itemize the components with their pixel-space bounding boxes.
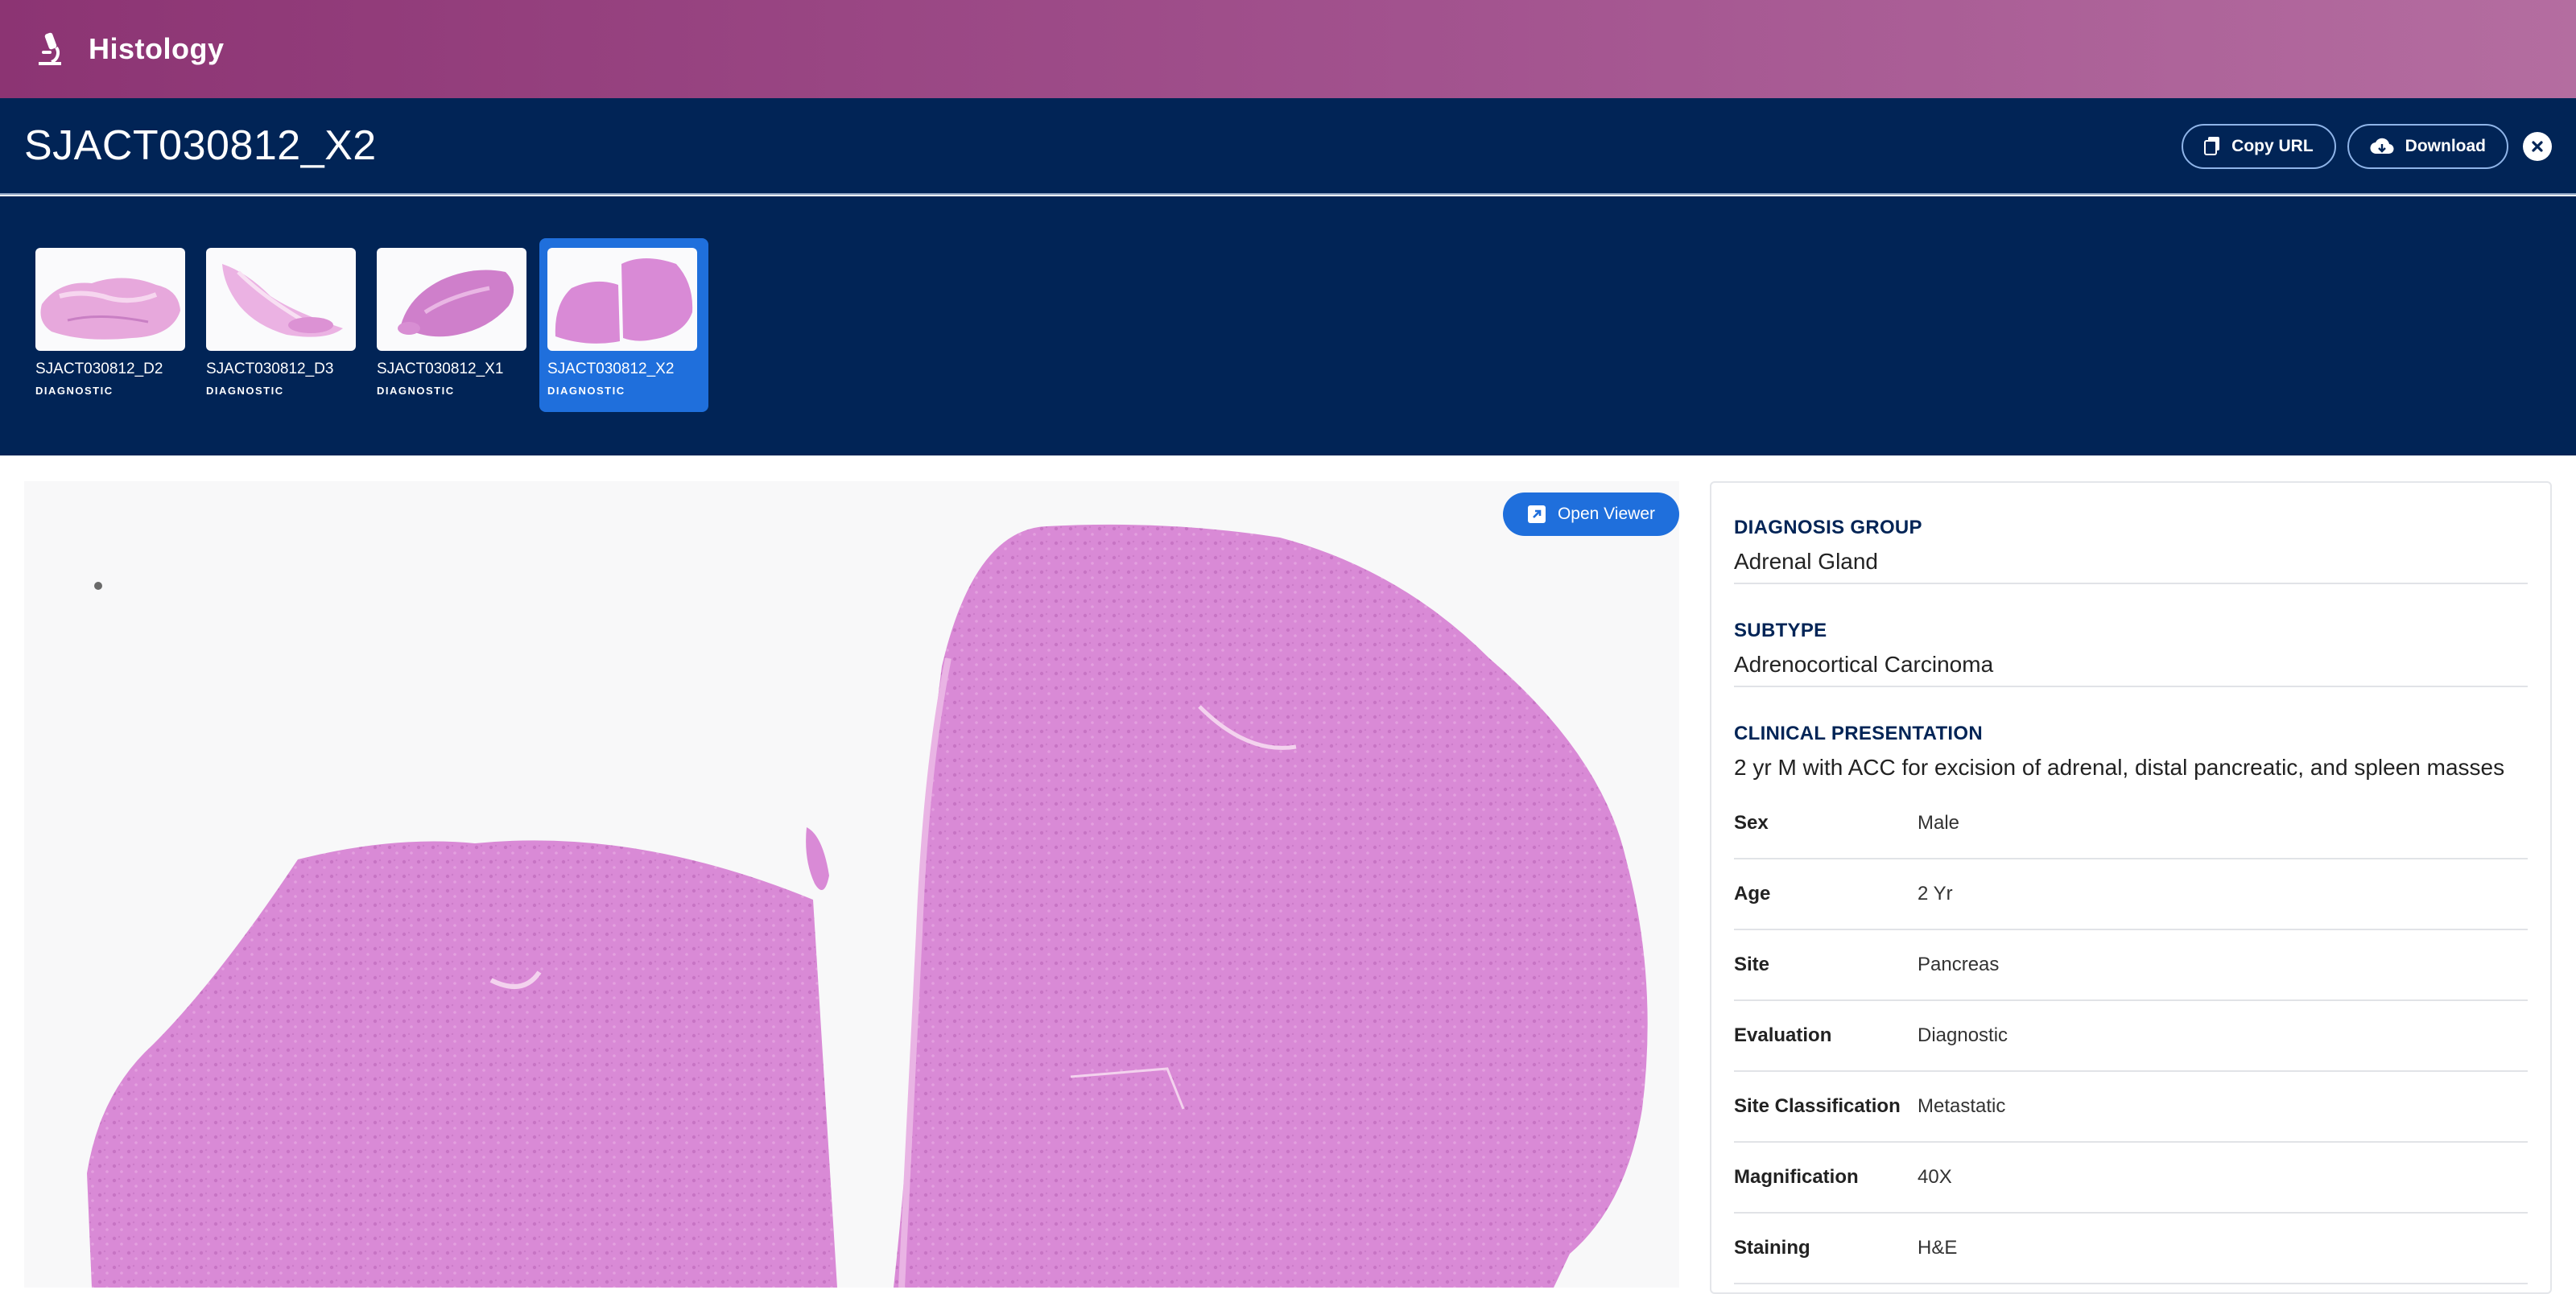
app-title: Histology [89,32,225,65]
field-value: Metastatic [1918,1095,2006,1117]
slide-preview[interactable]: Open Viewer [24,481,1679,1288]
thumbnail-item-x2[interactable]: SJACT030812_X2 DIAGNOSTIC [539,238,708,412]
slide-header: SJACT030812_X2 Copy URL Download [0,98,2576,195]
diagnosis-group-section: DIAGNOSIS GROUP Adrenal Gland [1734,483,2528,584]
field-row-age: Age 2 Yr [1734,859,2528,930]
cloud-download-icon [2370,138,2394,155]
field-key: Site Classification [1734,1095,1901,1117]
thumbnail-image [377,248,526,351]
field-value: Male [1918,812,1960,834]
diagnosis-group-value: Adrenal Gland [1734,549,1879,574]
app-bar: Histology [0,0,2576,98]
thumbnail-tag: DIAGNOSTIC [35,385,114,397]
field-key: Site [1734,954,1770,975]
field-row-site-classification: Site Classification Metastatic [1734,1072,2528,1143]
thumbnail-image [206,248,356,351]
open-viewer-label: Open Viewer [1557,505,1655,523]
field-value: 2 Yr [1918,883,1953,905]
subtype-value: Adrenocortical Carcinoma [1734,652,1994,677]
copy-url-label: Copy URL [2231,137,2314,155]
thumbnail-tag: DIAGNOSTIC [377,385,455,397]
thumbnail-image [547,248,697,351]
field-row-site: Site Pancreas [1734,930,2528,1001]
thumbnail-strip: SJACT030812_D2 DIAGNOSTIC SJACT030812_D3… [0,196,2576,455]
field-row-magnification: Magnification 40X [1734,1143,2528,1214]
thumbnail-item-x1[interactable]: SJACT030812_X1 DIAGNOSTIC [369,238,538,412]
thumbnail-item-d2[interactable]: SJACT030812_D2 DIAGNOSTIC [27,238,196,412]
microscope-icon [39,32,61,65]
field-row-sex: Sex Male [1734,789,2528,859]
open-external-icon [1527,505,1546,523]
copy-icon [2204,137,2220,155]
field-key: Staining [1734,1237,1810,1259]
open-viewer-button[interactable]: Open Viewer [1502,492,1679,536]
field-row-evaluation: Evaluation Diagnostic [1734,1001,2528,1072]
header-actions: Copy URL Download [2182,124,2552,169]
field-value: H&E [1918,1237,1958,1259]
thumbnail-image [35,248,185,351]
slide-details-panel: DIAGNOSIS GROUP Adrenal Gland SUBTYPE Ad… [1710,481,2552,1294]
thumbnail-name: SJACT030812_D2 [35,361,163,377]
download-label: Download [2405,137,2486,155]
field-value: Pancreas [1918,954,2000,975]
field-key: Evaluation [1734,1024,1832,1046]
copy-url-button[interactable]: Copy URL [2182,124,2336,169]
field-value: 40X [1918,1166,1952,1188]
subtype-label: SUBTYPE [1734,620,1827,641]
close-button[interactable] [2523,132,2552,161]
thumbnail-name: SJACT030812_D3 [206,361,334,377]
field-row-staining: Staining H&E [1734,1214,2528,1284]
thumbnail-name: SJACT030812_X2 [547,361,675,377]
clinical-presentation-value: 2 yr M with ACC for excision of adrenal,… [1734,755,2505,780]
thumbnail-name: SJACT030812_X1 [377,361,504,377]
thumbnail-item-d3[interactable]: SJACT030812_D3 DIAGNOSTIC [198,238,367,412]
thumbnail-tag: DIAGNOSTIC [547,385,625,397]
thumbnail-list: SJACT030812_D2 DIAGNOSTIC SJACT030812_D3… [27,238,710,412]
thumbnail-tag: DIAGNOSTIC [206,385,284,397]
clinical-presentation-section: CLINICAL PRESENTATION 2 yr M with ACC fo… [1734,687,2528,789]
subtype-section: SUBTYPE Adrenocortical Carcinoma [1734,584,2528,687]
field-key: Sex [1734,812,1769,834]
diagnosis-group-label: DIAGNOSIS GROUP [1734,517,1922,538]
tissue-image [87,524,1648,1288]
download-button[interactable]: Download [2347,124,2508,169]
field-value: Diagnostic [1918,1024,2008,1046]
field-key: Age [1734,883,1771,905]
clinical-presentation-label: CLINICAL PRESENTATION [1734,723,1983,744]
field-key: Magnification [1734,1166,1859,1188]
close-icon [2532,141,2543,152]
slide-title: SJACT030812_X2 [24,122,377,169]
